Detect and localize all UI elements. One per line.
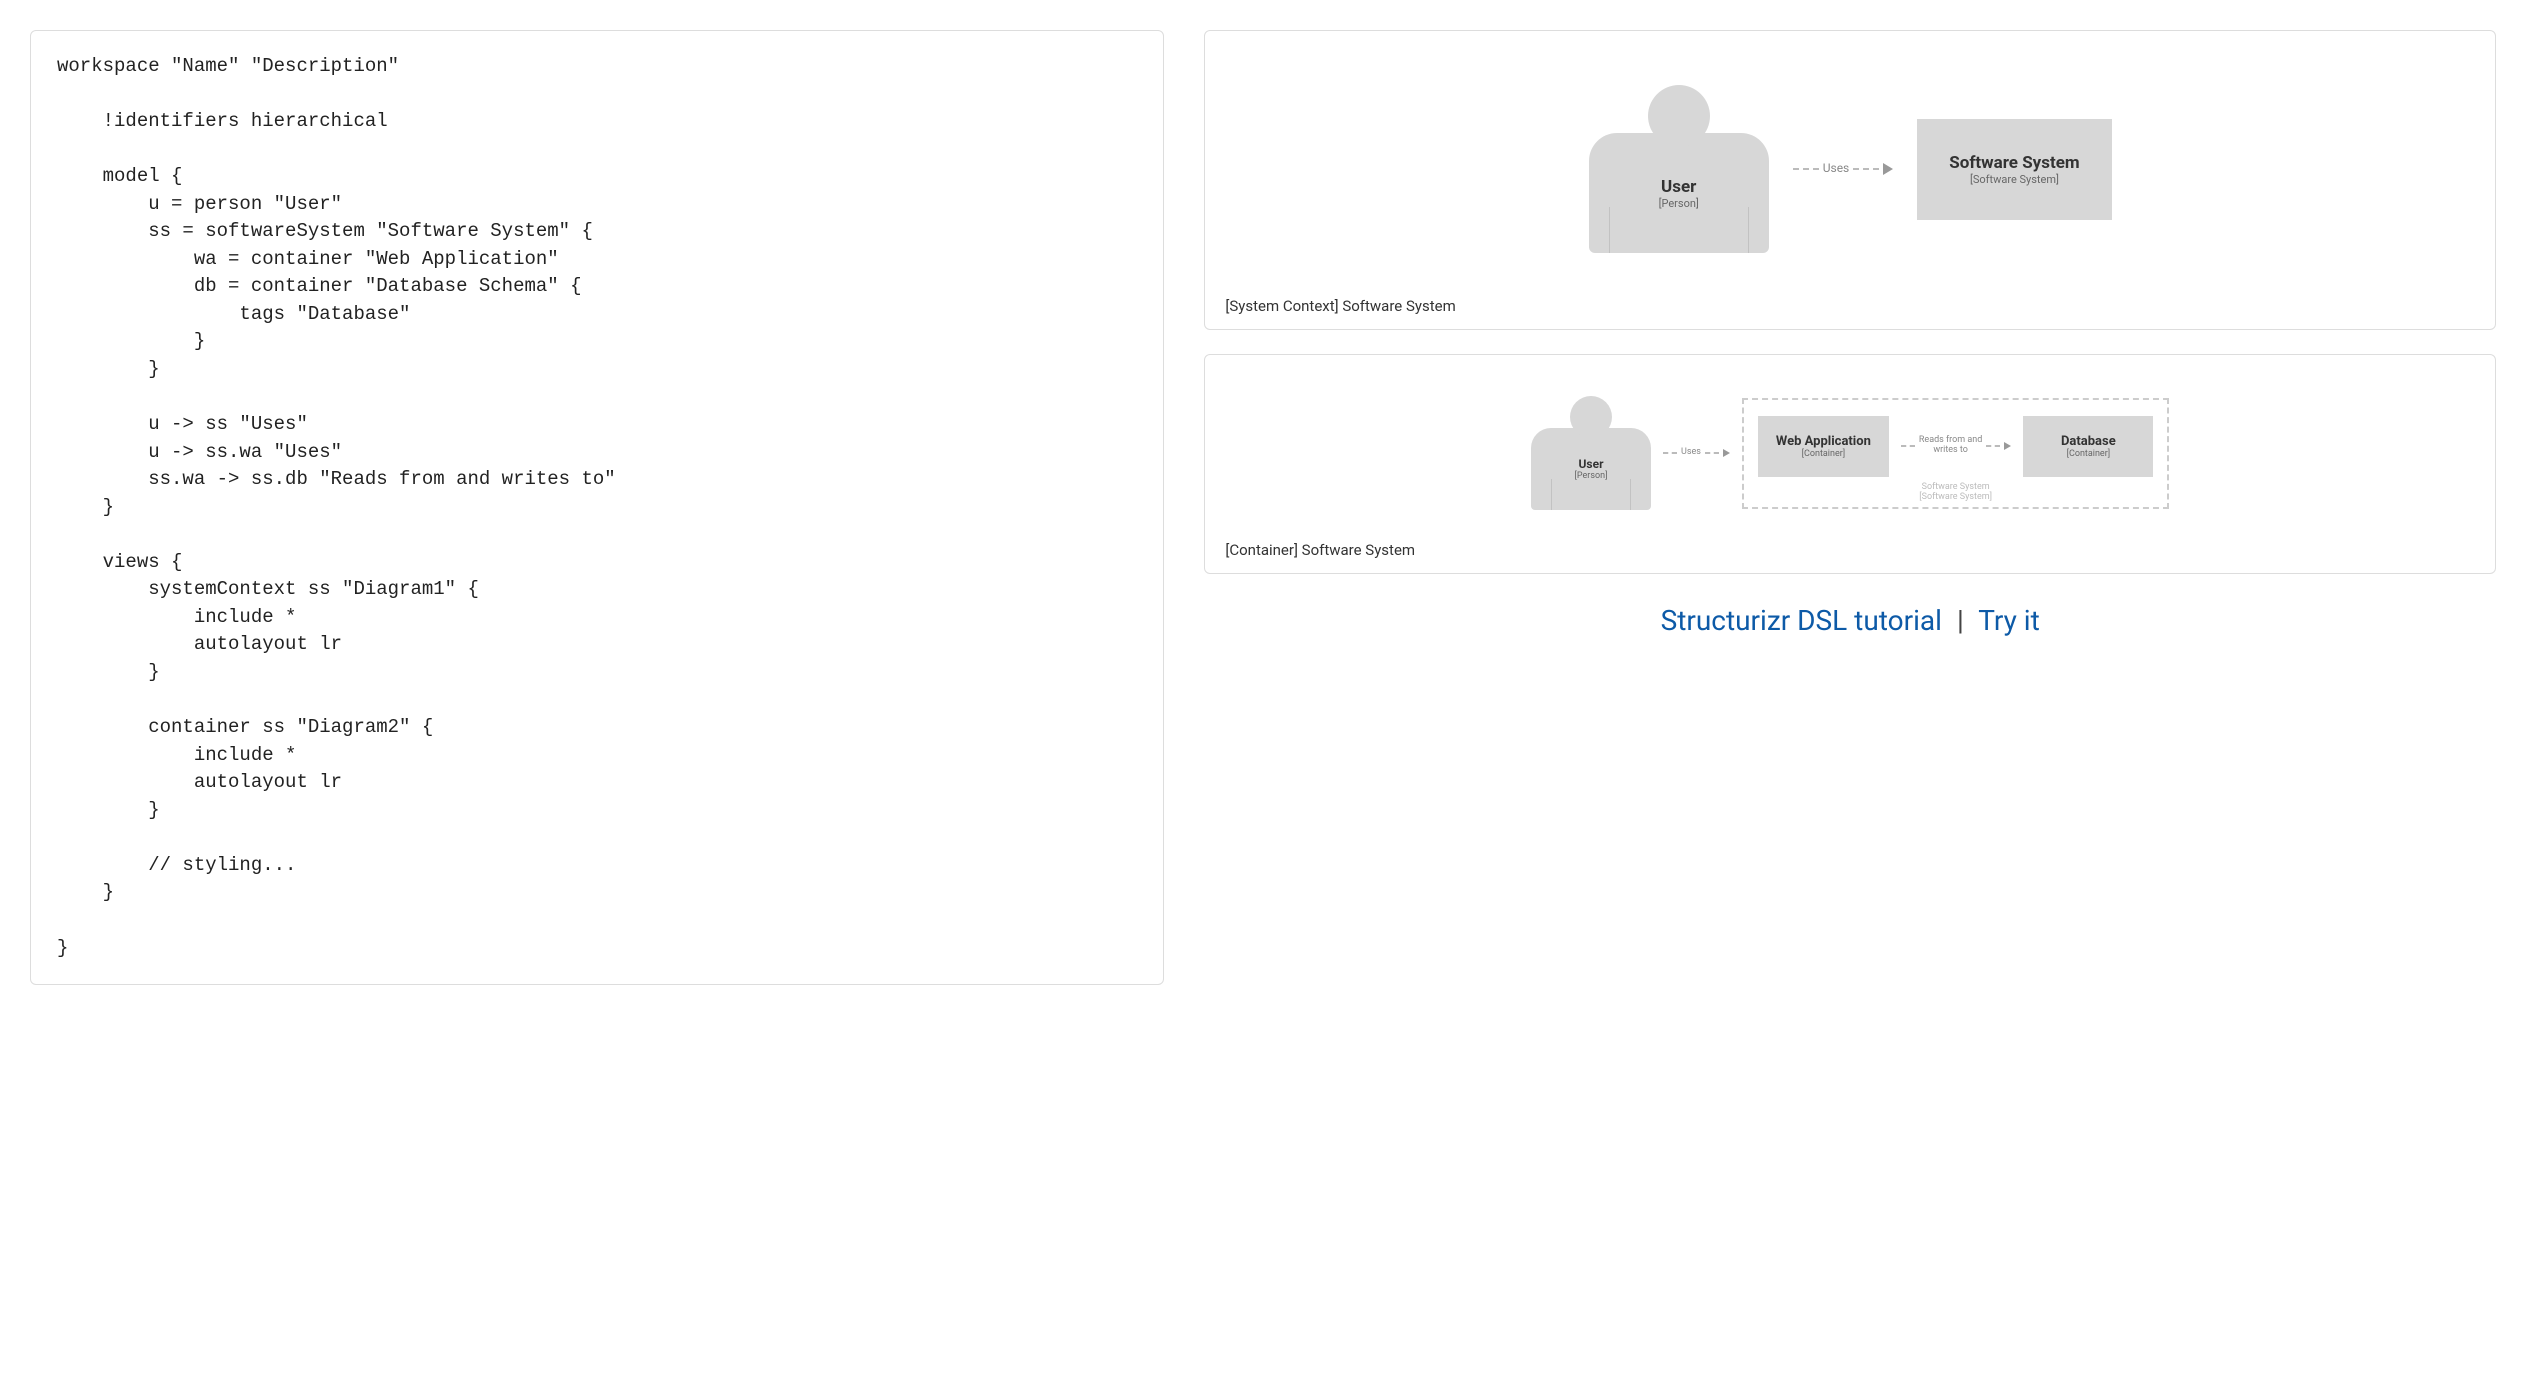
arrowhead-icon: [2004, 442, 2011, 450]
diagram-caption: [Container] Software System: [1225, 541, 2475, 559]
boundary-label: Software System [Software System]: [1919, 483, 1992, 503]
relationship-uses: Uses: [1663, 448, 1730, 458]
box-title: Software System: [1949, 153, 2079, 173]
footer-links: Structurizr DSL tutorial | Try it: [1204, 604, 2496, 637]
relationship-uses: Uses: [1793, 162, 1894, 175]
try-it-link[interactable]: Try it: [1978, 604, 2040, 637]
box-title: Web Application: [1776, 434, 1871, 449]
system-context-diagram: User [Person] Uses Software System [Soft…: [1204, 30, 2496, 330]
relationship-reads-writes: Reads from and writes to: [1901, 436, 2011, 456]
box-subtitle: [Container]: [2067, 449, 2111, 459]
software-system-boundary: Web Application [Container] Reads from a…: [1742, 398, 2169, 509]
person-user: User [Person]: [1531, 396, 1651, 510]
person-subtitle: [Person]: [1575, 471, 1608, 481]
box-title: Database: [2061, 434, 2116, 449]
person-title: User: [1661, 177, 1696, 197]
person-title: User: [1579, 457, 1604, 471]
arrowhead-icon: [1883, 163, 1893, 175]
link-separator: |: [1957, 604, 1964, 637]
container-diagram: User [Person] Uses Web Application [Cont…: [1204, 354, 2496, 574]
dsl-tutorial-link[interactable]: Structurizr DSL tutorial: [1661, 604, 1942, 637]
database-box: Database [Container]: [2023, 416, 2153, 477]
diagram-caption: [System Context] Software System: [1225, 297, 2475, 315]
person-subtitle: [Person]: [1659, 197, 1699, 210]
box-subtitle: [Software System]: [1970, 173, 2059, 186]
arrowhead-icon: [1723, 449, 1730, 457]
person-user: User [Person]: [1589, 85, 1769, 253]
box-subtitle: [Container]: [1802, 449, 1846, 459]
dsl-code-block: workspace "Name" "Description" !identifi…: [30, 30, 1164, 985]
web-application-box: Web Application [Container]: [1758, 416, 1889, 477]
software-system-box: Software System [Software System]: [1917, 119, 2111, 220]
